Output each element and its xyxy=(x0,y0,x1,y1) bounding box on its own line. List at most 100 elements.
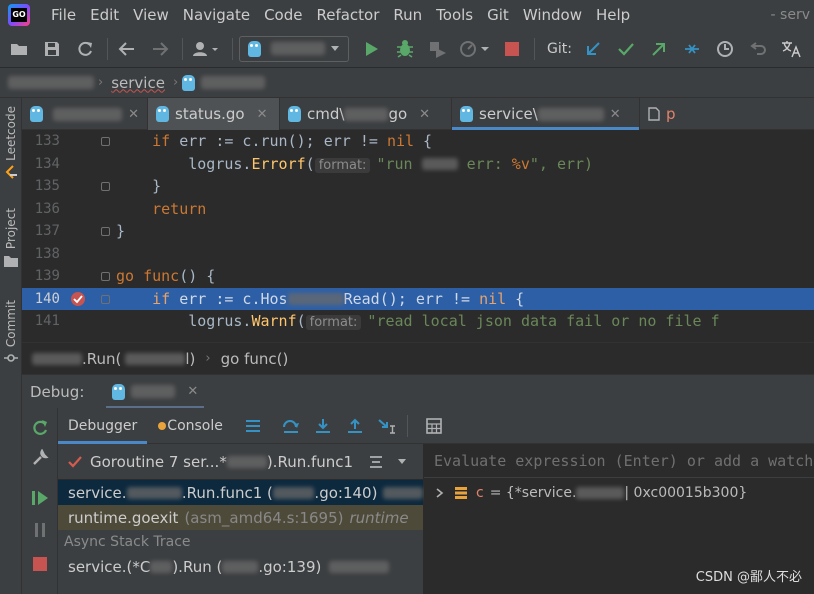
breakpoint-icon[interactable] xyxy=(70,291,86,307)
fold-icon[interactable] xyxy=(101,227,110,236)
sync-icon[interactable] xyxy=(72,36,98,62)
breakpoint-gutter[interactable] xyxy=(60,153,96,176)
menu-window[interactable]: Window xyxy=(516,0,589,30)
editor-tab-redacted[interactable]: ✕ xyxy=(22,98,148,130)
back-icon[interactable] xyxy=(114,36,140,62)
resume-icon[interactable] xyxy=(30,488,50,508)
git-merge-icon[interactable] xyxy=(679,36,705,62)
step-over-icon[interactable] xyxy=(279,414,303,438)
close-icon[interactable]: ✕ xyxy=(610,107,621,122)
fold-gutter[interactable] xyxy=(96,130,116,153)
run-to-cursor-icon[interactable] xyxy=(375,414,399,438)
menu-help[interactable]: Help xyxy=(589,0,637,30)
debug-action-column xyxy=(22,408,58,594)
go-file-icon xyxy=(460,106,473,122)
breakpoint-gutter[interactable] xyxy=(60,198,96,221)
fold-icon[interactable] xyxy=(101,137,110,146)
variable-row[interactable]: c = {*service. | 0xc00015b300} xyxy=(424,478,814,508)
code-text: return xyxy=(152,199,207,218)
editor-tab-status-go[interactable]: status.go ✕ xyxy=(148,98,280,130)
footer-crumb-run[interactable]: .Run( xyxy=(82,350,121,368)
close-icon[interactable]: ✕ xyxy=(187,384,198,399)
goroutine-select[interactable]: Goroutine 7 ser...*).Run.func1 xyxy=(58,444,423,480)
stack-frame-selected[interactable]: service. .Run.func1 ( .go:140) xyxy=(58,480,423,505)
menu-tools[interactable]: Tools xyxy=(429,0,480,30)
coverage-icon[interactable] xyxy=(425,36,451,62)
tool-tab-leetcode[interactable]: Leetcode xyxy=(0,106,22,181)
git-push-icon[interactable] xyxy=(646,36,672,62)
breakpoint-gutter[interactable] xyxy=(60,243,96,266)
stack-frame[interactable]: service.(*C ).Run ( .go:139) xyxy=(58,554,423,579)
footer-crumb-go-func[interactable]: go func() xyxy=(221,350,289,368)
menu-git[interactable]: Git xyxy=(480,0,516,30)
pause-icon[interactable] xyxy=(30,520,50,540)
tool-tab-project[interactable]: Project xyxy=(0,208,22,268)
user-icon[interactable] xyxy=(189,36,223,62)
tab-console[interactable]: Console xyxy=(147,408,233,444)
chevron-down-icon[interactable] xyxy=(397,458,407,466)
breakpoint-gutter[interactable] xyxy=(60,130,96,153)
menu-code[interactable]: Code xyxy=(257,0,309,30)
git-update-icon[interactable] xyxy=(580,36,606,62)
editor-tab-cmd[interactable]: cmd\ go ✕ xyxy=(280,98,452,130)
profile-icon[interactable] xyxy=(458,36,492,62)
breadcrumb-item-service[interactable]: service xyxy=(111,74,165,92)
redacted-text xyxy=(8,76,94,89)
fold-gutter[interactable] xyxy=(96,288,116,311)
step-into-icon[interactable] xyxy=(311,414,335,438)
run-configuration-select[interactable] xyxy=(239,35,349,62)
close-icon[interactable]: ✕ xyxy=(128,107,139,122)
breakpoint-gutter[interactable] xyxy=(60,175,96,198)
toolbar-separator xyxy=(232,37,233,60)
evaluate-expression-input[interactable]: Evaluate expression (Enter) or add a wat… xyxy=(424,444,814,478)
redacted-text xyxy=(125,352,186,365)
menu-view[interactable]: View xyxy=(126,0,176,30)
menu-edit[interactable]: Edit xyxy=(83,0,126,30)
folder-icon[interactable] xyxy=(6,36,32,62)
stop-icon[interactable] xyxy=(499,36,525,62)
run-icon[interactable] xyxy=(359,36,385,62)
breakpoint-gutter[interactable] xyxy=(60,288,96,311)
tab-debugger[interactable]: Debugger xyxy=(58,408,148,444)
code-editor[interactable]: 133 if err := c.run(); err != nil { 134 … xyxy=(22,130,814,342)
rollback-icon[interactable] xyxy=(745,36,771,62)
menu-navigate[interactable]: Navigate xyxy=(176,0,257,30)
menu-run[interactable]: Run xyxy=(386,0,429,30)
settings-wrench-icon[interactable] xyxy=(30,448,50,468)
string-literal: "run xyxy=(376,154,422,173)
editor-tab-more[interactable]: p xyxy=(640,98,700,130)
translate-icon[interactable] xyxy=(778,36,804,62)
step-out-icon[interactable] xyxy=(343,414,367,438)
save-icon[interactable] xyxy=(39,36,65,62)
debug-icon[interactable] xyxy=(392,36,418,62)
fold-icon[interactable] xyxy=(101,182,110,191)
close-icon[interactable]: ✕ xyxy=(257,107,268,122)
stack-frame[interactable]: runtime.goexit (asm_amd64.s:1695) runtim… xyxy=(58,505,423,530)
fold-gutter[interactable] xyxy=(96,265,116,288)
menu-file[interactable]: File xyxy=(44,0,83,30)
fold-gutter[interactable] xyxy=(96,220,116,243)
forward-icon[interactable] xyxy=(147,36,173,62)
tab-console-label: Console xyxy=(167,417,223,434)
breakpoint-gutter[interactable] xyxy=(60,310,96,333)
fold-gutter[interactable] xyxy=(96,175,116,198)
breakpoint-gutter[interactable] xyxy=(60,220,96,243)
chevron-right-icon[interactable] xyxy=(436,488,444,498)
menu-lines-icon[interactable] xyxy=(241,414,265,438)
debug-session-tab[interactable]: ✕ xyxy=(106,375,205,409)
tool-tab-commit[interactable]: Commit xyxy=(0,300,22,363)
stop-icon[interactable] xyxy=(30,554,50,574)
filter-lines-icon[interactable] xyxy=(369,455,383,469)
breakpoint-gutter[interactable] xyxy=(60,265,96,288)
history-icon[interactable] xyxy=(712,36,738,62)
editor-tab-service[interactable]: service\ ✕ xyxy=(452,98,640,130)
git-commit-icon[interactable] xyxy=(613,36,639,62)
evaluate-table-icon[interactable] xyxy=(422,414,446,438)
rerun-icon[interactable] xyxy=(30,418,50,438)
fold-icon[interactable] xyxy=(101,294,110,304)
go-file-icon xyxy=(182,74,196,91)
menu-refactor[interactable]: Refactor xyxy=(309,0,386,30)
fold-icon[interactable] xyxy=(101,272,110,281)
close-icon[interactable]: ✕ xyxy=(419,107,430,122)
window-title: - serv xyxy=(770,7,810,23)
